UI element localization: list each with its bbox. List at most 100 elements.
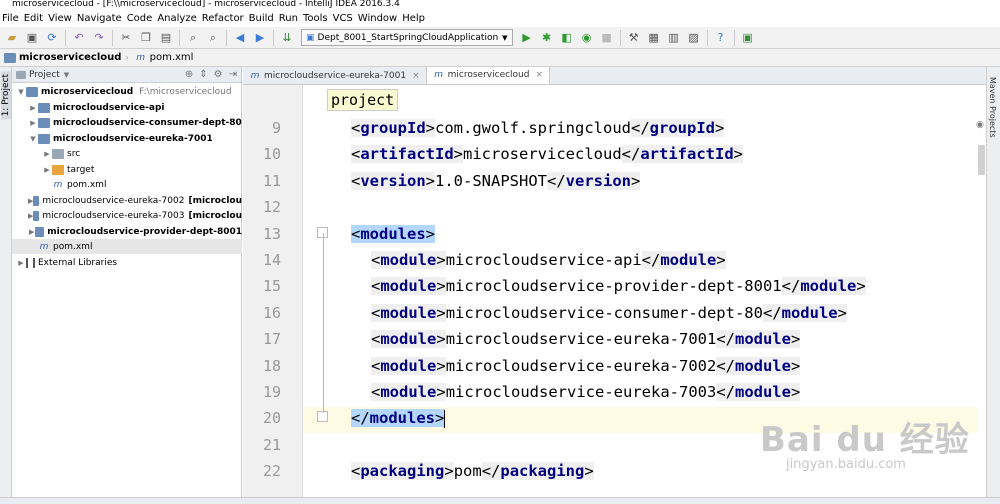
tree-item-module[interactable]: ▶ microcloudservice-eureka-7002 [microcl… (12, 193, 242, 208)
menu-analyze[interactable]: Analyze (155, 13, 198, 24)
tag-name: module (800, 277, 857, 295)
expand-arrow-icon[interactable]: ▶ (28, 104, 38, 112)
tag-value: microcloudservice-api (445, 251, 642, 269)
tree-item-module[interactable]: ▶ microcloudservice-api (12, 100, 242, 115)
tree-item-root[interactable]: ▼ microservicecloud F:\microservicecloud (12, 84, 242, 99)
run-configuration-select[interactable]: ▣ Dept_8001_StartSpringCloudApplication … (301, 29, 513, 46)
save-all-icon[interactable]: ▣ (24, 30, 40, 46)
menu-refactor[interactable]: Refactor (200, 13, 246, 24)
bracket: > (425, 119, 436, 137)
line-number: 12 (262, 198, 281, 216)
redo-icon[interactable]: ↷ (91, 30, 107, 46)
expand-arrow-icon[interactable]: ▶ (42, 150, 52, 158)
menu-window[interactable]: Window (356, 13, 399, 24)
profile-icon[interactable]: ◉ (579, 30, 595, 46)
menu-view[interactable]: View (46, 13, 74, 24)
gear-icon[interactable]: ⚙ (214, 69, 223, 80)
tag-name: packaging (360, 462, 445, 480)
bracket: </ (716, 330, 735, 348)
layout-icon[interactable]: ▨ (686, 30, 702, 46)
module-folder-icon (38, 102, 50, 113)
paste-icon[interactable]: ▤ (158, 30, 174, 46)
hide-icon[interactable]: ⇥ (229, 69, 237, 80)
project-panel-title[interactable]: Project (29, 70, 60, 80)
menu-run[interactable]: Run (277, 13, 300, 24)
tag-name: module (734, 357, 791, 375)
maven-projects-button[interactable]: Maven Projects (988, 77, 997, 138)
run-config-label: Dept_8001_StartSpringCloudApplication (317, 32, 499, 43)
sync-icon[interactable]: ⟳ (44, 30, 60, 46)
bracket: </ (351, 409, 370, 427)
forward-icon[interactable]: ▶ (252, 30, 268, 46)
coverage-icon[interactable]: ◧ (559, 30, 575, 46)
menu-navigate[interactable]: Navigate (75, 13, 124, 24)
module-folder-icon (33, 195, 40, 206)
menu-tools[interactable]: Tools (301, 13, 330, 24)
tree-item-module[interactable]: ▶ microcloudservice-provider-dept-8001 (12, 224, 242, 239)
close-icon[interactable]: × (412, 71, 420, 81)
tree-item-file[interactable]: m pom.xml (12, 177, 242, 192)
folder-icon (52, 164, 64, 175)
bracket: < (371, 277, 381, 295)
tree-item-file-selected[interactable]: m pom.xml (12, 239, 242, 254)
project-structure-icon[interactable]: ▦ (646, 30, 662, 46)
expand-arrow-icon[interactable]: ▶ (28, 228, 35, 236)
help-icon[interactable]: ? (713, 30, 729, 46)
open-folder-icon[interactable]: ▰ (4, 30, 20, 46)
sdk-icon[interactable]: ▥ (666, 30, 682, 46)
menu-file[interactable]: File (0, 13, 21, 24)
menu-code[interactable]: Code (125, 13, 155, 24)
build-icon[interactable]: ⇊ (279, 30, 295, 46)
menu-bar: File Edit View Navigate Code Analyze Ref… (0, 10, 1000, 26)
cut-icon[interactable]: ✂ (118, 30, 134, 46)
tree-item-module[interactable]: ▼ microcloudservice-eureka-7001 (12, 131, 242, 146)
expand-arrow-icon[interactable]: ▶ (28, 119, 38, 127)
tree-item-libraries[interactable]: ▶ External Libraries (12, 255, 242, 270)
tree-item-module[interactable]: ▶ microcloudservice-consumer-dept-80 (12, 115, 242, 130)
tree-item-folder[interactable]: ▶ src (12, 146, 242, 161)
bracket: > (436, 304, 446, 322)
settings-icon[interactable]: ⚒ (626, 30, 642, 46)
eye-icon[interactable]: ◉ (976, 120, 984, 130)
line-number: 18 (262, 357, 281, 375)
expand-arrow-icon[interactable]: ▶ (16, 259, 26, 267)
tag-name: module (380, 357, 437, 375)
bracket: </ (781, 277, 801, 295)
expand-arrow-icon[interactable]: ▼ (16, 88, 26, 96)
debug-icon[interactable]: ✱ (539, 30, 555, 46)
menu-vcs[interactable]: VCS (331, 13, 355, 24)
find-icon[interactable]: ⌕ (185, 30, 201, 46)
terminal-icon[interactable]: ▣ (740, 30, 756, 46)
stop-icon[interactable]: ■ (599, 30, 615, 46)
fold-guide (323, 233, 324, 413)
chevron-down-icon[interactable]: ▼ (64, 71, 69, 79)
tree-item-folder[interactable]: ▶ target (12, 162, 242, 177)
bracket: > (716, 251, 726, 269)
breadcrumb-file[interactable]: m pom.xml (135, 52, 193, 63)
tree-item-module[interactable]: ▶ microcloudservice-eureka-7003 [microcl… (12, 208, 242, 223)
back-icon[interactable]: ◀ (232, 30, 248, 46)
copy-icon[interactable]: ❐ (138, 30, 154, 46)
xml-open-tag: <module> (371, 251, 446, 269)
tab-microservicecloud[interactable]: m microservicecloud × (426, 67, 551, 84)
tab-eureka-7001[interactable]: m microcloudservice-eureka-7001 × (243, 67, 427, 84)
vertical-scrollbar[interactable]: ◉ (976, 85, 986, 504)
menu-help[interactable]: Help (400, 13, 427, 24)
sync-scope-icon[interactable]: ⊕ (185, 69, 193, 80)
expand-arrow-icon[interactable]: ▼ (28, 135, 38, 143)
undo-icon[interactable]: ↶ (71, 30, 87, 46)
scrollbar-thumb[interactable] (978, 145, 985, 175)
expand-arrow-icon[interactable]: ▶ (42, 166, 52, 174)
project-tool-button[interactable]: 1: Project (1, 71, 11, 120)
collapse-icon[interactable]: ⇕ (199, 69, 207, 80)
replace-icon[interactable]: ⌕ (205, 30, 221, 46)
bracket: > (453, 145, 464, 163)
module-folder-icon (38, 117, 50, 128)
breadcrumb-project[interactable]: microservicecloud › (4, 52, 129, 63)
close-icon[interactable]: × (535, 70, 543, 80)
run-icon[interactable]: ▶ (519, 30, 535, 46)
menu-edit[interactable]: Edit (22, 13, 45, 24)
code-editor[interactable]: 9 10 11 12 13 14 15 16 17 18 19 20 21 22 <groupId>com… (243, 85, 986, 504)
menu-build[interactable]: Build (247, 13, 276, 24)
libraries-icon (26, 257, 35, 268)
